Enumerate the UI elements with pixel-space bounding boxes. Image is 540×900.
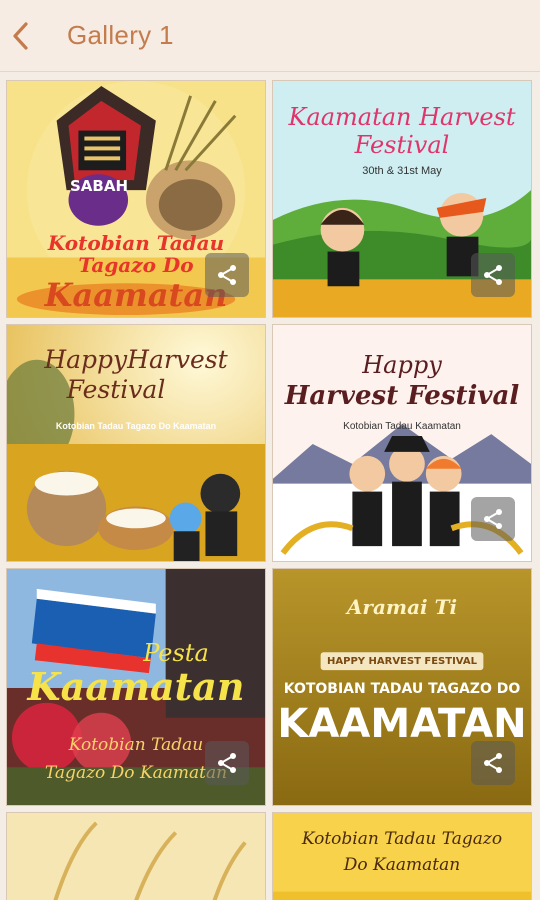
gallery-tile-1[interactable]: SABAH Kotobian Tadau Tagazo Do Kaamatan (6, 80, 266, 318)
back-button[interactable] (0, 10, 40, 62)
tile-subtitle: Kotobian Tadau Kaamatan (343, 421, 461, 432)
tile-line-1: Kotobian Tadau Tagazo (301, 829, 503, 849)
share-icon (484, 509, 502, 529)
tile-title-2: Harvest Festival (284, 381, 520, 411)
app-bar: Gallery 1 (0, 0, 540, 72)
share-icon (484, 265, 502, 285)
gallery-tile-5[interactable]: Pesta Kaamatan Kotobian Tadau Tagazo Do … (6, 568, 266, 806)
gallery-tile-4[interactable]: Happy Harvest Festival Kotobian Tadau Ka… (272, 324, 532, 562)
gallery-tile-3[interactable]: HappyHarvest Festival Kotobian Tadau Tag… (6, 324, 266, 562)
tile-title-1: Pesta (143, 639, 209, 667)
share-button[interactable] (205, 253, 249, 297)
share-icon (218, 753, 236, 773)
gallery-grid: SABAH Kotobian Tadau Tagazo Do Kaamatan … (0, 72, 540, 900)
share-icon (218, 265, 236, 285)
tile-title-2: Festival (354, 131, 450, 159)
tile-badge: Aramai Ti (346, 595, 458, 619)
share-button[interactable] (205, 741, 249, 785)
tile-title-1: Happy (362, 351, 442, 379)
tile-date: 30th & 31st May (362, 165, 442, 177)
gallery-tile-2[interactable]: Kaamatan Harvest Festival 30th & 31st Ma… (272, 80, 532, 318)
tile-title-2: Kaamatan (27, 664, 245, 709)
page-title: Gallery 1 (67, 20, 174, 50)
tile-line-1: Kotobian Tadau (47, 231, 225, 255)
tile-line-2: Do Kaamatan (343, 855, 461, 875)
share-button[interactable] (471, 741, 515, 785)
tile-subtitle: Kotobian Tadau Tagazo Do Kaamatan (55, 421, 217, 431)
gallery-tile-7[interactable] (6, 812, 266, 900)
chevron-left-icon (13, 22, 28, 50)
tile-title-2: Festival (66, 375, 166, 404)
tile-title-1: Kaamatan Harvest (288, 103, 516, 131)
gallery-tile-6[interactable]: Aramai Ti HAPPY HARVEST FESTIVAL KOTOBIA… (272, 568, 532, 806)
tile-badge: SABAH (69, 177, 128, 195)
tile-title-1: HappyHarvest (44, 345, 228, 374)
share-icon (484, 753, 502, 773)
tile-line-1: KOTOBIAN TADAU TAGAZO DO (283, 681, 521, 697)
share-button[interactable] (471, 253, 515, 297)
tile-banner: HAPPY HARVEST FESTIVAL (327, 656, 477, 667)
gallery-tile-8[interactable]: Kotobian Tadau Tagazo Do Kaamatan (272, 812, 532, 900)
share-button[interactable] (471, 497, 515, 541)
tile-artwork (7, 813, 265, 900)
